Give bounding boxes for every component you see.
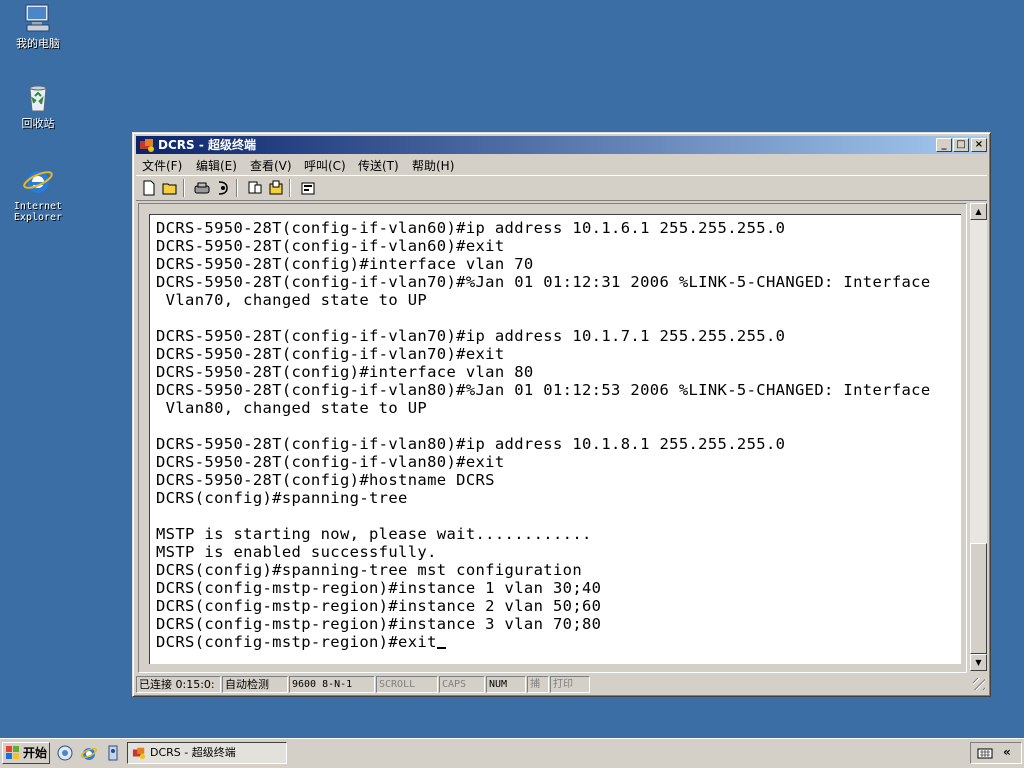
status-print: 打印 (550, 676, 590, 693)
status-caps: CAPS (439, 676, 485, 693)
system-tray: « (970, 742, 1022, 764)
status-bar: 已连接 0:15:0: 自动检测 9600 8-N-1 SCROLL CAPS … (136, 675, 987, 694)
show-desktop-icon[interactable] (56, 744, 74, 762)
terminal-line: DCRS-5950-28T(config-if-vlan60)#exit (156, 237, 505, 255)
menu-help[interactable]: 帮助(H) (412, 157, 454, 174)
internet-explorer-icon (23, 171, 53, 193)
status-scroll: SCROLL (376, 676, 438, 693)
terminal-line: DCRS-5950-28T(config-if-vlan80)#%Jan 01 … (156, 381, 931, 399)
keyboard-icon[interactable] (977, 746, 993, 760)
disconnect-icon (194, 182, 210, 194)
status-port: 9600 8-N-1 (289, 676, 375, 693)
status-detect: 自动检测 (222, 676, 288, 693)
desktop-icon-label: Internet Explorer (13, 201, 63, 223)
toolbar-separator (289, 179, 291, 197)
desktop-icon-recycle-bin[interactable]: 回收站 (0, 82, 76, 130)
menu-edit[interactable]: 编辑(E) (196, 157, 237, 174)
taskbar-item-hyperterminal[interactable]: DCRS - 超级终端 (127, 742, 287, 764)
tray-expand-icon[interactable]: « (1003, 745, 1011, 759)
scroll-up-button[interactable]: ▲ (970, 203, 987, 220)
terminal-line: DCRS(config-mstp-region)#instance 3 vlan… (156, 615, 602, 633)
desktop-icon-my-computer[interactable]: 我的电脑 (0, 2, 76, 50)
menu-call[interactable]: 呼叫(C) (304, 157, 346, 174)
recycle-bin-icon (29, 85, 47, 112)
hyperterminal-window: DCRS - 超级终端 _ □ × 文件(F) 编辑(E) 查看(V) 呼叫(C… (132, 132, 991, 697)
menu-transfer[interactable]: 传送(T) (358, 157, 399, 174)
desktop-icon-label: 我的电脑 (16, 37, 60, 50)
internet-explorer-icon[interactable] (80, 744, 98, 762)
terminal-line: DCRS-5950-28T(config)#interface vlan 80 (156, 363, 534, 381)
terminal-line: DCRS(config)#spanning-tree (156, 489, 408, 507)
scroll-thumb[interactable] (970, 543, 987, 654)
status-capture: 捕 (527, 676, 549, 693)
toolbar-separator (183, 179, 185, 197)
open-button[interactable] (160, 178, 180, 198)
menu-view[interactable]: 查看(V) (250, 157, 292, 174)
terminal-line: DCRS-5950-28T(config-if-vlan70)#ip addre… (156, 327, 786, 345)
title-bar[interactable]: DCRS - 超级终端 _ □ × (136, 136, 987, 154)
terminal-line: DCRS-5950-28T(config-if-vlan80)#ip addre… (156, 435, 786, 453)
toolbar-separator (236, 179, 238, 197)
terminal-line: Vlan70, changed state to UP (156, 291, 428, 309)
taskbar: 开始 DCRS - 超级终端 « (0, 738, 1024, 768)
vertical-scrollbar[interactable]: ▲ ▼ (970, 203, 987, 671)
text-cursor (436, 647, 446, 649)
terminal-line: MSTP is enabled successfully. (156, 543, 437, 561)
terminal-line: MSTP is starting now, please wait.......… (156, 525, 592, 543)
properties-icon (301, 182, 315, 195)
hyperterminal-icon (140, 139, 154, 152)
taskbar-item-label: DCRS - 超级终端 (150, 746, 236, 759)
start-button[interactable]: 开始 (2, 742, 50, 764)
scroll-down-button[interactable]: ▼ (970, 654, 987, 671)
windows-flag-icon (6, 746, 19, 759)
dial-icon (218, 181, 228, 195)
new-button[interactable] (139, 178, 159, 198)
disconnect-button[interactable] (192, 178, 212, 198)
minimize-button[interactable]: _ (936, 138, 952, 152)
terminal-line: DCRS-5950-28T(config)#hostname DCRS (156, 471, 495, 489)
receive-icon (269, 180, 283, 195)
terminal-screen[interactable]: DCRS-5950-28T(config-if-vlan60)#ip addre… (149, 214, 961, 664)
send-icon (248, 181, 262, 194)
maximize-button[interactable]: □ (953, 138, 969, 152)
my-computer-icon (25, 4, 50, 32)
window-title: DCRS - 超级终端 (158, 138, 256, 152)
terminal-line: DCRS(config-mstp-region)#instance 1 vlan… (156, 579, 602, 597)
terminal-line: DCRS-5950-28T(config-if-vlan60)#ip addre… (156, 219, 786, 237)
terminal-line: Vlan80, changed state to UP (156, 399, 428, 417)
terminal-line: DCRS-5950-28T(config-if-vlan70)#exit (156, 345, 505, 363)
dial-button[interactable] (213, 178, 233, 198)
receive-button[interactable] (266, 178, 286, 198)
toolbar (136, 175, 987, 201)
terminal-line: DCRS-5950-28T(config)#interface vlan 70 (156, 255, 534, 273)
send-button[interactable] (245, 178, 265, 198)
new-icon (143, 180, 155, 196)
start-label: 开始 (23, 746, 48, 760)
desktop-icon-internet-explorer[interactable]: Internet Explorer (0, 165, 76, 223)
close-button[interactable]: × (971, 138, 987, 152)
status-num: NUM (486, 676, 526, 693)
terminal-line: DCRS(config-mstp-region)#exit (156, 633, 446, 651)
resize-grip[interactable] (973, 678, 985, 690)
properties-button[interactable] (298, 178, 318, 198)
hyperterminal-icon (132, 747, 146, 760)
terminal-line: DCRS(config)#spanning-tree mst configura… (156, 561, 582, 579)
terminal-line: DCRS-5950-28T(config-if-vlan80)#exit (156, 453, 505, 471)
status-connected: 已连接 0:15:0: (136, 676, 221, 693)
terminal-line: DCRS-5950-28T(config-if-vlan70)#%Jan 01 … (156, 273, 931, 291)
terminal-frame: DCRS-5950-28T(config-if-vlan60)#ip addre… (138, 203, 967, 673)
open-icon (162, 183, 177, 195)
terminal-line: DCRS(config-mstp-region)#instance 2 vlan… (156, 597, 602, 615)
menu-file[interactable]: 文件(F) (142, 157, 182, 174)
outlook-icon[interactable] (104, 744, 122, 762)
desktop-icon-label: 回收站 (21, 117, 55, 130)
menu-bar: 文件(F) 编辑(E) 查看(V) 呼叫(C) 传送(T) 帮助(H) (136, 155, 987, 174)
